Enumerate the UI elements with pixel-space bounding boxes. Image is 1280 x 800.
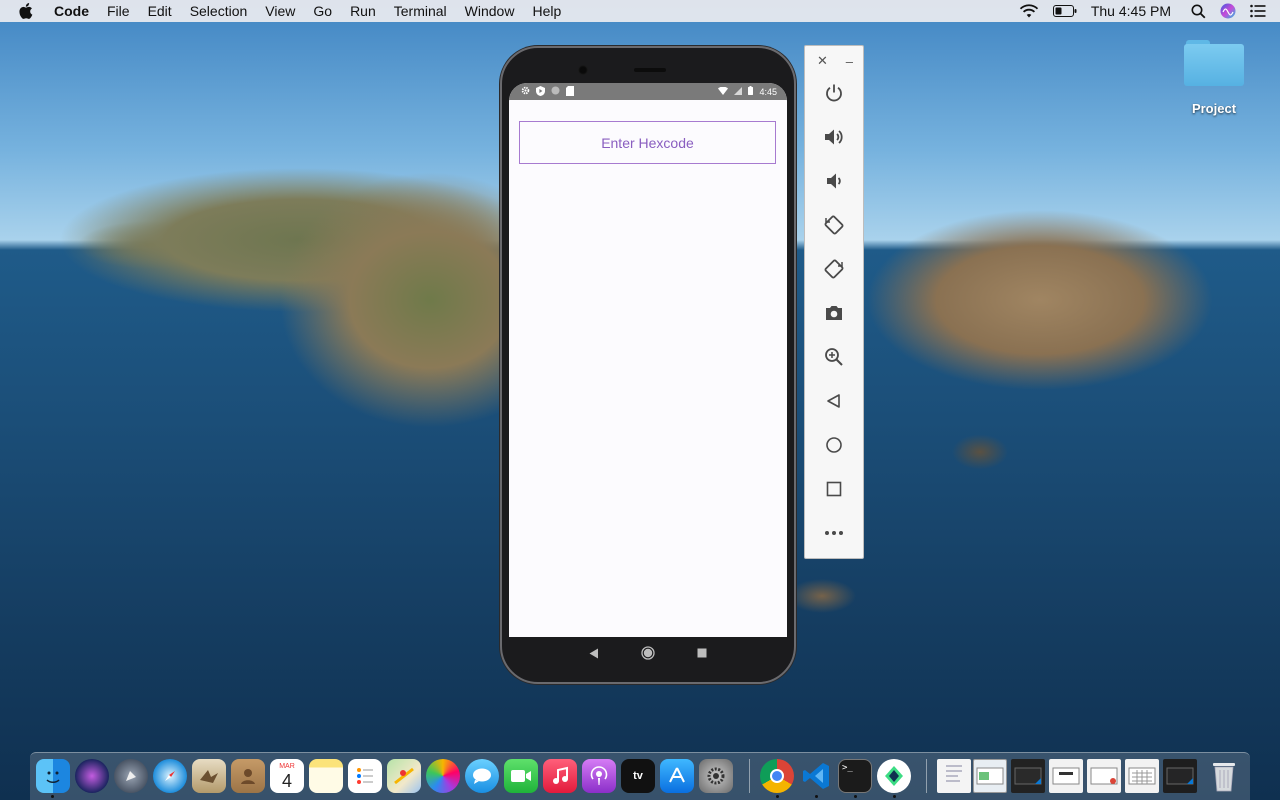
system-preferences-icon[interactable]	[699, 759, 733, 793]
back-icon[interactable]	[819, 386, 849, 416]
desktop-folder-label: Project	[1191, 101, 1237, 116]
trash-icon[interactable]	[1207, 759, 1241, 793]
android-status-time: 4:45	[759, 86, 777, 97]
menubar-clock[interactable]: Thu 4:45 PM	[1091, 3, 1171, 19]
front-camera	[578, 65, 588, 75]
window-thumbnail-icon[interactable]	[1163, 759, 1197, 793]
power-icon[interactable]	[819, 78, 849, 108]
podcasts-icon[interactable]	[582, 759, 616, 793]
desktop-folder-project[interactable]: Project	[1178, 38, 1250, 116]
finder-icon[interactable]	[36, 759, 70, 793]
hexcode-input[interactable]: Enter Hexcode	[519, 121, 776, 164]
window-thumbnail-icon[interactable]	[1125, 759, 1159, 793]
calendar-month: MAR	[279, 762, 295, 770]
menu-terminal[interactable]: Terminal	[394, 3, 447, 19]
menu-selection[interactable]: Selection	[190, 3, 248, 19]
control-center-icon[interactable]	[1250, 4, 1266, 18]
android-nav-bar	[509, 637, 787, 669]
android-back-icon[interactable]	[586, 645, 602, 661]
contacts-icon[interactable]	[231, 759, 265, 793]
spotlight-search-icon[interactable]	[1191, 4, 1206, 19]
android-emulator-device: 4:45 Enter Hexcode	[500, 46, 796, 684]
menu-go[interactable]: Go	[313, 3, 332, 19]
vscode-icon[interactable]	[799, 759, 833, 793]
menu-help[interactable]: Help	[532, 3, 561, 19]
apple-tv-icon[interactable]: tv	[621, 759, 655, 793]
app-store-icon[interactable]	[660, 759, 694, 793]
maps-icon[interactable]	[387, 759, 421, 793]
calendar-day: 4	[281, 770, 292, 791]
earpiece-speaker	[634, 68, 666, 72]
sd-card-icon	[566, 85, 574, 98]
folder-icon	[1184, 38, 1244, 86]
menu-view[interactable]: View	[265, 3, 295, 19]
circle-notification-icon	[551, 86, 560, 97]
volume-down-icon[interactable]	[819, 166, 849, 196]
cell-signal-icon	[734, 86, 743, 97]
menu-file[interactable]: File	[107, 3, 130, 19]
mail-icon[interactable]	[192, 759, 226, 793]
launchpad-icon[interactable]	[114, 759, 148, 793]
android-status-bar: 4:45	[509, 83, 787, 100]
menu-bar: Code File Edit Selection View Go Run Ter…	[0, 0, 1280, 22]
emulator-toolbar: ✕ –	[804, 45, 864, 559]
minimize-icon[interactable]: –	[846, 54, 853, 69]
document-thumbnail-icon[interactable]	[937, 759, 971, 793]
android-wifi-icon	[718, 86, 729, 97]
window-thumbnail-icon[interactable]	[1087, 759, 1121, 793]
android-studio-running-indicator	[893, 795, 896, 798]
notes-icon[interactable]	[309, 759, 343, 793]
window-thumbnail-icon[interactable]	[973, 759, 1007, 793]
terminal-running-indicator	[854, 795, 857, 798]
battery-icon[interactable]	[1052, 5, 1077, 17]
siri-icon[interactable]	[1220, 3, 1236, 19]
photos-icon[interactable]	[426, 759, 460, 793]
calendar-icon[interactable]: MAR 4	[270, 759, 304, 793]
apple-menu-icon[interactable]	[19, 2, 37, 20]
menu-edit[interactable]: Edit	[148, 3, 172, 19]
vscode-running-indicator	[815, 795, 818, 798]
android-home-icon[interactable]	[640, 645, 656, 661]
facetime-icon[interactable]	[504, 759, 538, 793]
dock-separator	[926, 759, 927, 793]
home-icon[interactable]	[819, 430, 849, 460]
terminal-icon[interactable]: >_	[838, 759, 872, 793]
dock-separator	[749, 759, 750, 793]
dock: MAR 4 tv >_	[30, 752, 1250, 800]
siri-app-icon[interactable]	[75, 759, 109, 793]
finder-running-indicator	[51, 795, 54, 798]
settings-notification-icon	[521, 86, 530, 97]
close-icon[interactable]: ✕	[817, 53, 828, 69]
android-battery-icon	[748, 86, 754, 97]
reminders-icon[interactable]	[348, 759, 382, 793]
android-studio-icon[interactable]	[877, 759, 911, 793]
chrome-icon[interactable]	[760, 759, 794, 793]
menu-run[interactable]: Run	[350, 3, 376, 19]
rotate-left-icon[interactable]	[819, 210, 849, 240]
chrome-running-indicator	[776, 795, 779, 798]
screenshot-icon[interactable]	[819, 298, 849, 328]
menu-app-name[interactable]: Code	[54, 3, 89, 19]
menu-window[interactable]: Window	[465, 3, 515, 19]
zoom-icon[interactable]	[819, 342, 849, 372]
safari-icon[interactable]	[153, 759, 187, 793]
play-protect-icon	[536, 85, 545, 98]
window-thumbnail-icon[interactable]	[1011, 759, 1045, 793]
rotate-right-icon[interactable]	[819, 254, 849, 284]
volume-up-icon[interactable]	[819, 122, 849, 152]
wifi-icon[interactable]	[1019, 4, 1039, 18]
music-icon[interactable]	[543, 759, 577, 793]
tv-label: tv	[633, 770, 643, 782]
overview-icon[interactable]	[819, 474, 849, 504]
window-thumbnail-icon[interactable]	[1049, 759, 1083, 793]
messages-icon[interactable]	[465, 759, 499, 793]
android-overview-icon[interactable]	[694, 645, 710, 661]
more-icon[interactable]	[819, 518, 849, 548]
emulator-screen[interactable]: 4:45 Enter Hexcode	[509, 83, 787, 637]
